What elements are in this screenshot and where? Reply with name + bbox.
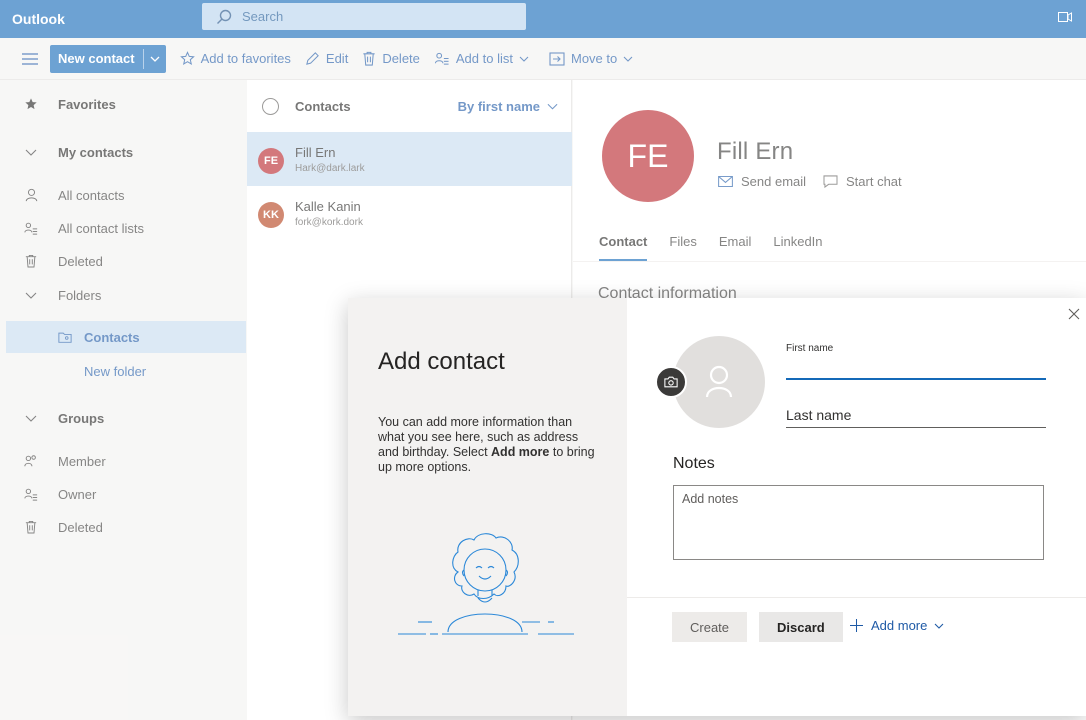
- add-contact-dialog: Add contact You can add more information…: [348, 298, 1086, 716]
- notes-title: Notes: [673, 455, 715, 472]
- plus-icon: [850, 619, 863, 632]
- dialog-title: Add contact: [378, 348, 505, 375]
- notes-textarea[interactable]: [673, 485, 1044, 560]
- last-name-input[interactable]: [786, 402, 1046, 428]
- camera-icon: [664, 376, 678, 388]
- create-button[interactable]: Create: [672, 612, 748, 642]
- add-more-label: Add more: [871, 618, 928, 633]
- discard-button[interactable]: Discard: [759, 612, 843, 642]
- person-icon: [705, 365, 733, 398]
- dialog-info-panel: Add contact You can add more information…: [348, 298, 627, 716]
- dialog-description: You can add more information than what y…: [378, 415, 596, 475]
- camera-button[interactable]: [655, 366, 687, 398]
- description-bold: Add more: [491, 445, 550, 459]
- close-icon[interactable]: [1068, 308, 1080, 320]
- person-illustration-icon: [398, 533, 574, 635]
- chevron-down-icon: [934, 623, 944, 629]
- first-name-input[interactable]: [786, 356, 1046, 380]
- divider: [627, 597, 1086, 598]
- first-name-label: First name: [786, 343, 834, 354]
- add-more-button[interactable]: Add more: [850, 618, 952, 633]
